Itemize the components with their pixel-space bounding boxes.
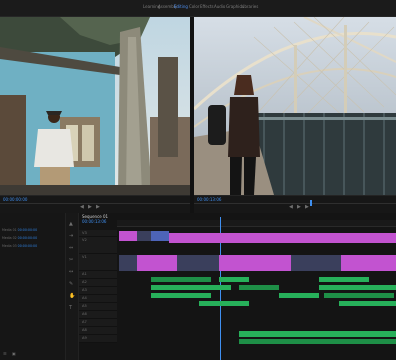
timeline-clip[interactable] [239,331,396,337]
source-transport: 00:00:00:00 ◀ ▶ ▶ [0,195,190,213]
project-row-in: 00:00:00:00 [17,244,38,248]
timeline-clip[interactable] [151,285,231,290]
timeline-clip[interactable] [151,293,211,298]
timeline-clip[interactable] [169,233,396,243]
source-frame [0,17,190,195]
timeline-panel: Sequence 01 00:00:13:06 V3 V2 V1 A1 A2 A3 A4 A5… [79,213,396,360]
track-label: A4 [82,296,87,300]
timeline-clip[interactable] [219,277,249,282]
track-label: A6 [82,312,87,316]
source-step-back-icon[interactable]: ◀ [80,204,84,210]
timeline-clip[interactable] [137,231,151,241]
project-row[interactable]: Media 03 00:00:00:00 [2,244,37,248]
source-monitor [0,17,190,195]
workspace-bar: Learning Assembly Editing Color Effects … [0,0,396,17]
track-label: A3 [82,288,87,292]
timeline-clip[interactable] [199,301,249,306]
program-play-icon[interactable]: ▶ [297,204,301,210]
timeline-clip[interactable] [137,255,177,271]
project-row-in: 00:00:00:00 [17,236,38,240]
track-label: V1 [82,255,87,259]
timeline-clip[interactable] [119,231,137,241]
project-row[interactable]: Media 01 00:00:00:00 [2,228,37,232]
timeline-clip[interactable] [324,293,394,298]
track-label: A7 [82,320,87,324]
timeline-clip[interactable] [151,231,169,241]
program-playhead[interactable] [310,200,312,206]
program-frame-image [194,17,396,195]
tools-panel: ▲ ⇥ ⇔ ✂ ↔ ✎ ✋ T [66,213,79,360]
workspace-color[interactable]: Color [189,4,199,9]
timeline-clip[interactable] [339,301,396,306]
track-header-a7[interactable]: A7 [79,319,117,327]
timeline-clip[interactable] [119,255,137,271]
track-label: A5 [82,304,87,308]
track-label: V2 [82,238,87,242]
track-header-a8[interactable]: A8 [79,327,117,335]
track-select-tool-icon[interactable]: ⇥ [69,233,73,239]
project-row-name: Media 01 [2,228,17,232]
program-frame [194,17,396,195]
program-step-forward-icon[interactable]: ▶ [305,204,309,210]
slip-tool-icon[interactable]: ↔ [69,269,73,275]
program-timecode: 00:00:13:06 [197,197,222,202]
project-row-in: 00:00:00:00 [17,228,38,232]
track-header-a5[interactable]: A5 [79,303,117,311]
project-row[interactable]: Media 02 00:00:00:00 [2,236,37,240]
program-monitor: Program: Sequence 01 [194,17,396,195]
source-play-icon[interactable]: ▶ [88,204,92,210]
track-label: V3 [82,231,87,235]
workspace-audio[interactable]: Audio [214,4,225,9]
workspace-editing[interactable]: Editing [174,4,188,9]
project-panel: Media 01 00:00:00:00 Media 02 00:00:00:0… [0,213,66,360]
track-label: A8 [82,328,87,332]
project-row-name: Media 02 [2,236,17,240]
timeline-clip[interactable] [239,339,396,344]
program-scrub-bar[interactable] [194,203,396,204]
project-row-name: Media 03 [2,244,17,248]
source-timecode: 00:00:00:00 [3,197,28,202]
ripple-edit-tool-icon[interactable]: ⇔ [69,245,73,251]
pen-tool-icon[interactable]: ✎ [69,281,73,287]
timeline-clip[interactable] [177,255,219,271]
track-label: A9 [82,336,87,340]
new-item-icon[interactable]: ▣ [12,351,16,356]
workspace-effects[interactable]: Effects [200,4,214,9]
workspace-libraries[interactable]: Libraries [241,4,258,9]
track-header-a3[interactable]: A3 [79,287,117,295]
track-header-a9[interactable]: A9 [79,335,117,343]
razor-tool-icon[interactable]: ✂ [69,257,73,263]
track-header-a2[interactable]: A2 [79,279,117,287]
time-ruler[interactable] [117,220,396,227]
track-label: A1 [82,272,87,276]
track-header-v2[interactable]: V2 [79,237,117,254]
track-header-a1[interactable]: A1 [79,271,117,279]
program-step-back-icon[interactable]: ◀ [289,204,293,210]
timeline-clip[interactable] [291,255,341,271]
timeline-clip[interactable] [319,277,369,282]
timeline-clip[interactable] [279,293,319,298]
source-step-forward-icon[interactable]: ▶ [96,204,100,210]
program-transport: 00:00:13:06 ◀ ▶ ▶ [194,195,396,213]
timeline-clip[interactable] [151,277,211,282]
list-view-icon[interactable]: ☰ [3,351,7,356]
source-scrub-bar[interactable] [0,203,190,204]
track-label: A2 [82,280,87,284]
timeline-clip[interactable] [219,255,291,271]
track-header-a4[interactable]: A4 [79,295,117,303]
timeline-clip[interactable] [341,255,396,271]
selection-tool-icon[interactable]: ▲ [69,221,73,227]
timeline-clip[interactable] [319,285,396,290]
hand-tool-icon[interactable]: ✋ [69,293,75,299]
track-header-v1[interactable]: V1 [79,254,117,271]
timeline-clip[interactable] [239,285,279,290]
track-header-a6[interactable]: A6 [79,311,117,319]
track-header-v3[interactable]: V3 [79,230,117,237]
type-tool-icon[interactable]: T [69,305,72,311]
source-frame-image [0,17,190,195]
timeline-timecode: 00:00:13:06 [82,219,107,224]
